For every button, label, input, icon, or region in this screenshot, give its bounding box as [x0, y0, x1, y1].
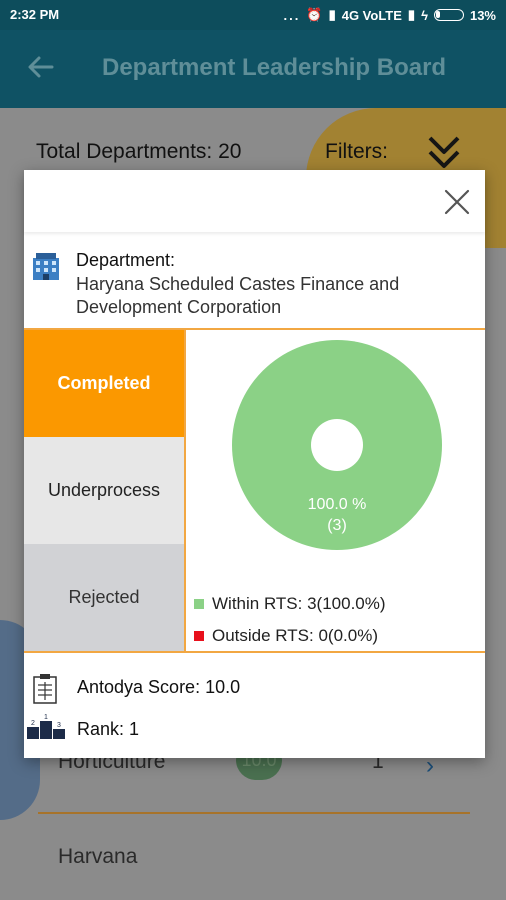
pie-count-label: (3)	[327, 517, 347, 534]
battery-percent: 13%	[469, 7, 496, 23]
status-bar: 2:32 PM ... ⏰ ▮ 4G VoLTE ▮ ϟ 13%	[0, 0, 506, 30]
double-chevron-down-icon[interactable]	[426, 132, 462, 172]
scorecard-icon	[33, 674, 57, 704]
total-departments-label: Total Departments: 20	[36, 140, 242, 163]
close-icon[interactable]	[443, 188, 471, 216]
rts-chart: 100.0 % (3) Within RTS: 3(100.0%) Outsid…	[184, 330, 485, 651]
legend-outside: Outside RTS: 0(0.0%)	[194, 626, 386, 646]
svg-text:3: 3	[57, 722, 61, 729]
tab-completed[interactable]: Completed	[24, 330, 184, 437]
status-section: Completed Underprocess Rejected 100.0 % …	[24, 328, 485, 653]
department-name: Haryana Scheduled Castes Finance and Dev…	[76, 274, 400, 317]
legend-swatch-within	[194, 599, 204, 609]
back-arrow-icon[interactable]	[26, 52, 56, 82]
status-icons: ... ⏰ ▮ 4G VoLTE ▮ ϟ 13%	[284, 7, 496, 23]
department-info: Department: Haryana Scheduled Castes Fin…	[24, 240, 485, 328]
antodya-score: Antodya Score: 10.0	[77, 677, 241, 697]
building-icon	[33, 253, 59, 280]
alarm-icon: ⏰	[306, 7, 323, 22]
chart-legend: Within RTS: 3(100.0%) Outside RTS: 0(0.0…	[194, 594, 386, 658]
svg-text:2: 2	[31, 720, 35, 727]
signal-strength-icon: ▮	[407, 7, 416, 22]
tab-rejected[interactable]: Rejected	[24, 544, 184, 651]
svg-text:1: 1	[44, 714, 48, 721]
donut-hole	[311, 419, 363, 471]
page-title: Department Leadership Board	[102, 54, 447, 81]
rank-label: Rank: 1	[77, 719, 140, 739]
battery-icon	[433, 9, 464, 21]
legend-swatch-outside	[194, 631, 204, 641]
status-time: 2:32 PM	[10, 7, 60, 22]
app-bar: Department Leadership Board	[0, 30, 506, 108]
podium-icon: 2 1 3	[27, 714, 65, 739]
list-divider	[38, 812, 470, 814]
legend-within: Within RTS: 3(100.0%)	[194, 594, 386, 614]
legend-outside-label: Outside RTS: 0(0.0%)	[212, 626, 378, 645]
tab-underprocess[interactable]: Underprocess	[24, 437, 184, 544]
dialog-header	[24, 170, 485, 232]
status-tabs: Completed Underprocess Rejected	[24, 330, 184, 651]
charging-icon: ϟ	[421, 7, 428, 23]
pie-percent-label: 100.0 %	[308, 496, 367, 513]
department-label: Department:	[76, 250, 176, 270]
score-section: Antodya Score: 10.0 2 1 3 Rank: 1	[24, 653, 485, 758]
legend-within-label: Within RTS: 3(100.0%)	[212, 594, 386, 613]
filters-label: Filters:	[325, 140, 388, 163]
network-label: 4G VoLTE	[341, 7, 402, 23]
notification-dots: ...	[283, 7, 301, 23]
list-item-name-2: Harvana	[58, 845, 138, 868]
signal-icon: ▮	[328, 7, 336, 22]
donut-chart: 100.0 % (3)	[232, 340, 442, 550]
department-detail-dialog: Department: Haryana Scheduled Castes Fin…	[24, 170, 485, 758]
